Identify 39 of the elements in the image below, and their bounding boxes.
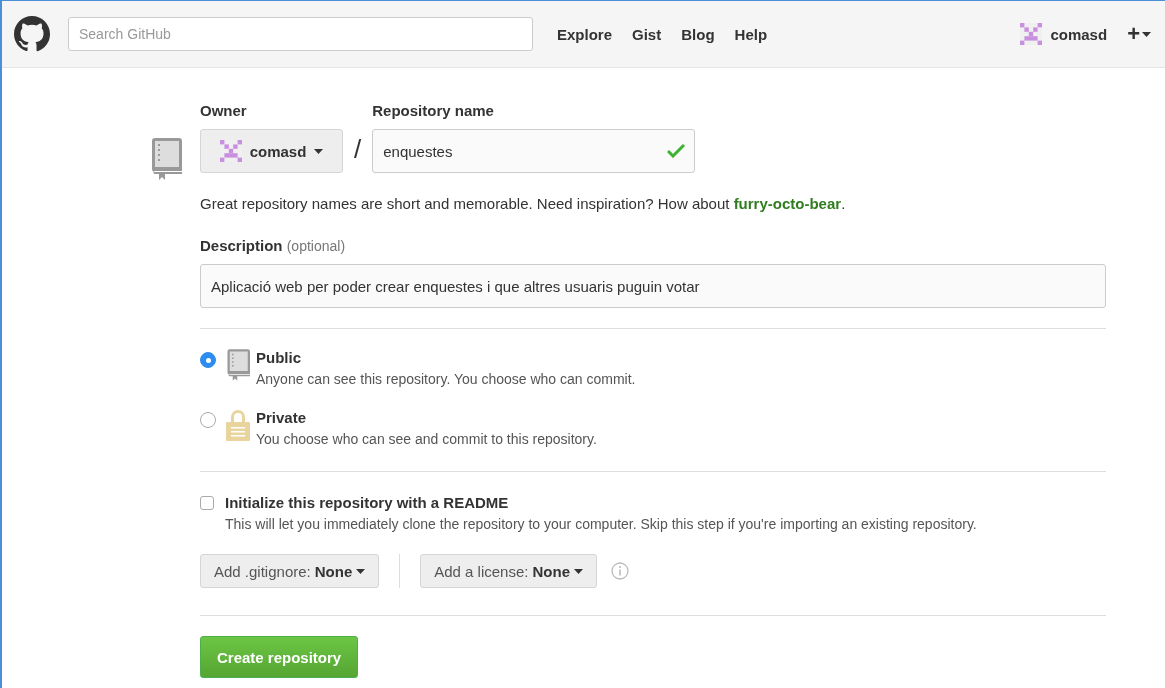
option-title: Public — [256, 349, 302, 366]
nav-link[interactable]: Explore — [557, 25, 613, 43]
caret-icon — [314, 148, 324, 154]
book-icon — [150, 138, 182, 180]
avatar-icon — [219, 140, 242, 162]
option-description: You choose who can see and commit to this repository. — [256, 431, 597, 447]
info-icon[interactable] — [610, 562, 629, 580]
hint-text: Great repository names are short and memorable. Need inspiration? How about furry-octo-bear. — [200, 195, 847, 212]
option-description: Anyone can see this repository. You choose who can commit. — [256, 371, 636, 387]
search-field[interactable]: Search GitHub — [68, 17, 533, 51]
option-title: Private — [256, 409, 308, 426]
field-label: Description — [200, 237, 283, 254]
avatar-icon — [1020, 23, 1043, 45]
field-label: Repository name — [372, 102, 495, 119]
caret-icon — [1142, 31, 1151, 37]
radio-button[interactable] — [200, 412, 216, 428]
option-description: This will let you immediately clone the repository to your computer. Skip this step if you're importing an existing repository. — [225, 516, 977, 532]
separator: / — [354, 134, 362, 165]
radio-button[interactable] — [200, 352, 216, 368]
license-dropdown[interactable]: Add a license: None — [420, 554, 597, 588]
lock-icon — [226, 409, 250, 441]
option-title: Initialize this repository with a README — [225, 494, 510, 511]
description-field[interactable]: Aplicació web per poder crear enquestes i que altres usuaris puguin votar — [200, 264, 1106, 308]
nav-link[interactable]: Blog — [681, 25, 715, 43]
new-menu-button[interactable]: + — [1127, 21, 1151, 47]
checkbox[interactable] — [200, 496, 214, 510]
user-menu[interactable]: comasd — [1020, 23, 1108, 45]
suggestion-link[interactable]: furry-octo-bear — [733, 195, 842, 212]
owner-dropdown[interactable]: comasd — [200, 129, 343, 173]
gitignore-dropdown[interactable]: Add .gitignore: None — [200, 554, 380, 588]
nav-link[interactable]: Gist — [632, 25, 662, 43]
caret-icon — [573, 568, 583, 574]
octocat-logo-icon[interactable] — [14, 16, 50, 52]
nav-link[interactable]: Help — [734, 25, 768, 43]
caret-icon — [356, 568, 366, 574]
repository-name-field[interactable]: enquestes — [372, 129, 696, 173]
book-icon — [226, 349, 250, 381]
field-label: Owner — [200, 102, 248, 119]
optional-note: (optional) — [286, 238, 346, 254]
